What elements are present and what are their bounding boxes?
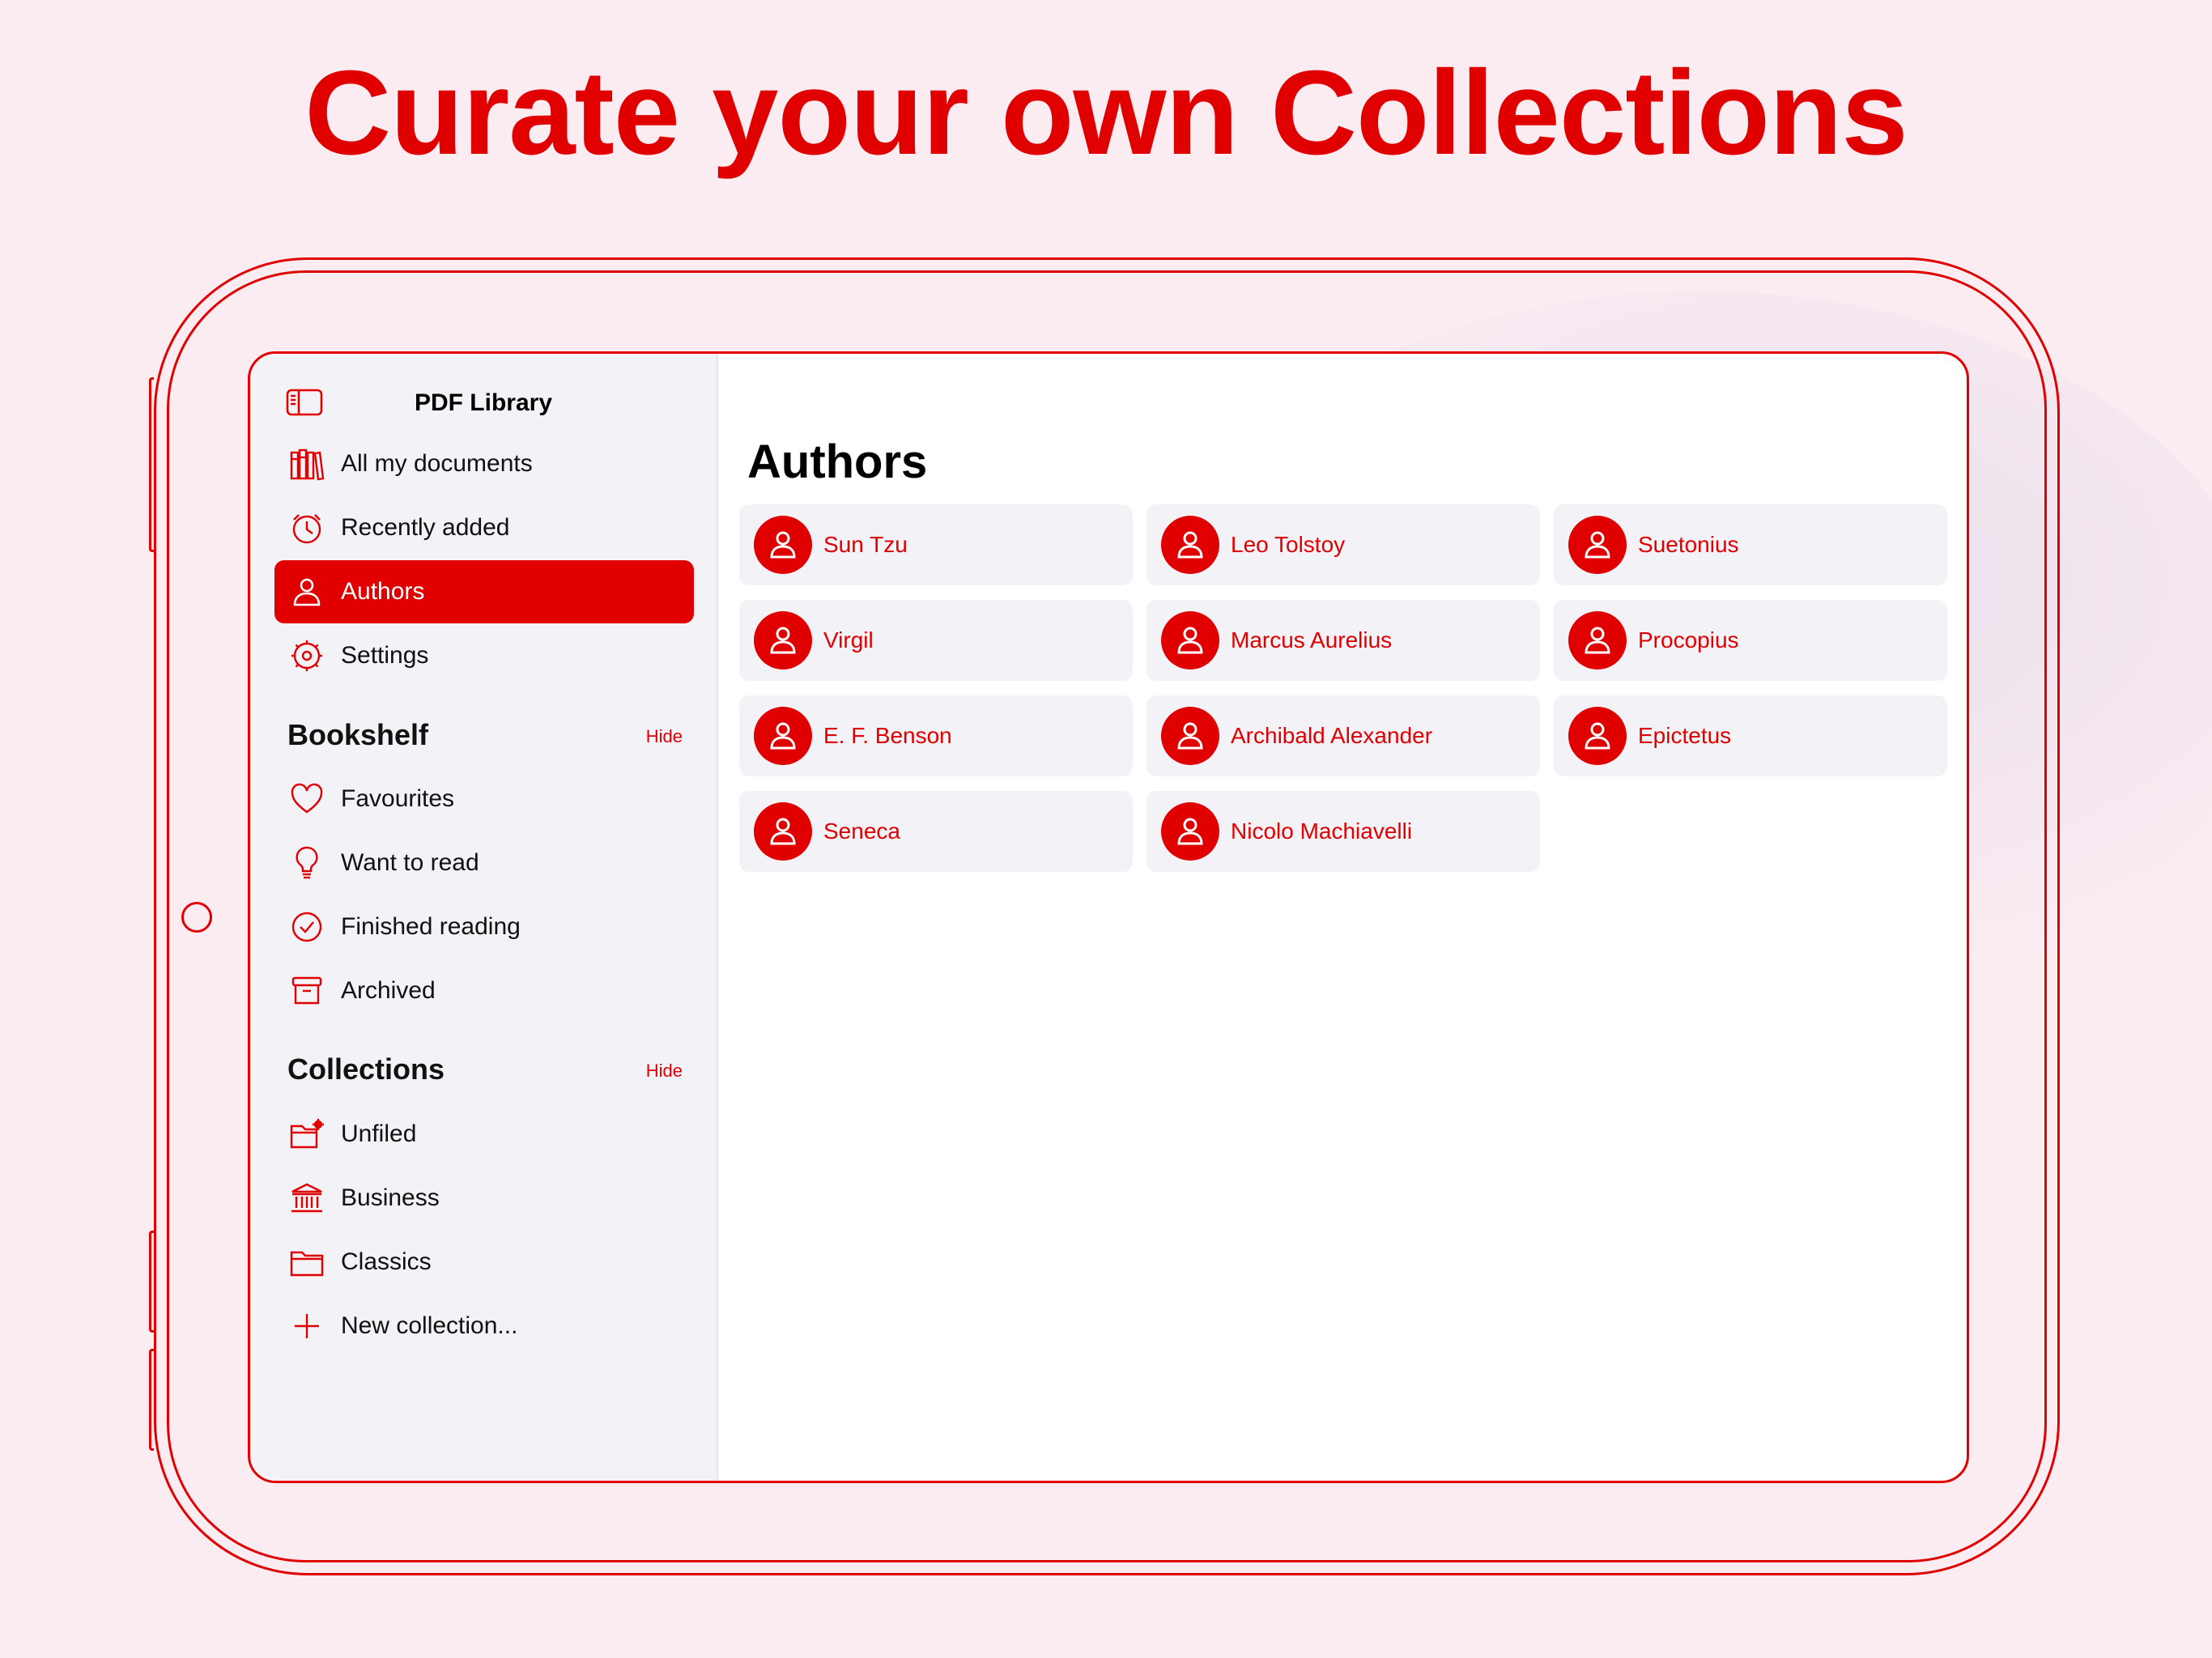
sidebar-item-business[interactable]: Business: [274, 1167, 694, 1230]
person-icon: [1568, 707, 1627, 765]
author-name: Suetonius: [1638, 532, 1739, 557]
camera-ring: [181, 902, 212, 933]
person-icon: [1161, 707, 1219, 765]
sidebar-item-label: New collection...: [341, 1312, 518, 1339]
author-card[interactable]: Sun Tzu: [739, 504, 1133, 585]
authors-pane: Authors Sun Tzu Leo Tolstoy Suetonius Virgi…: [718, 354, 1967, 1481]
lightbulb-icon: [287, 844, 326, 882]
author-name: E. F. Benson: [823, 723, 952, 748]
plus-icon: [287, 1307, 326, 1346]
sidebar-item-label: Finished reading: [341, 913, 521, 940]
author-card[interactable]: Procopius: [1554, 600, 1947, 681]
collections-section-header: Collections Hide: [287, 1048, 683, 1088]
checkmark-circle-icon: [287, 908, 326, 946]
sidebar-item-label: Settings: [341, 642, 429, 669]
author-card[interactable]: Epictetus: [1554, 695, 1947, 776]
author-card[interactable]: Seneca: [739, 791, 1133, 872]
sidebar: PDF Library All my documents Recently ad…: [250, 354, 718, 1481]
section-title: Bookshelf: [287, 718, 429, 751]
sidebar-item-recently-added[interactable]: Recently added: [274, 496, 694, 559]
author-card[interactable]: Leo Tolstoy: [1146, 504, 1540, 585]
person-icon: [1161, 802, 1219, 861]
author-name: Archibald Alexander: [1231, 723, 1433, 748]
author-name: Procopius: [1638, 627, 1739, 653]
author-name: Leo Tolstoy: [1231, 532, 1346, 557]
gear-icon: [287, 636, 326, 675]
sidebar-header: PDF Library: [250, 378, 717, 427]
archive-box-icon: [287, 971, 326, 1010]
sidebar-item-finished-reading[interactable]: Finished reading: [274, 895, 694, 959]
sidebar-item-label: Business: [341, 1184, 440, 1211]
author-name: Marcus Aurelius: [1231, 627, 1393, 653]
app-window: PDF Library All my documents Recently ad…: [248, 351, 1969, 1483]
person-icon: [754, 707, 812, 765]
sidebar-item-label: Unfiled: [341, 1120, 417, 1147]
sidebar-item-all-documents[interactable]: All my documents: [274, 432, 694, 495]
sidebar-item-label: Want to read: [341, 849, 479, 876]
author-card[interactable]: E. F. Benson: [739, 695, 1133, 776]
volume-button-bottom: [149, 1349, 154, 1451]
author-card[interactable]: Archibald Alexander: [1146, 695, 1540, 776]
author-card[interactable]: Marcus Aurelius: [1146, 600, 1540, 681]
author-name: Nicolo Machiavelli: [1231, 818, 1413, 844]
person-icon: [287, 572, 326, 611]
person-icon: [754, 802, 812, 861]
marketing-headline: Curate your own Collections: [304, 46, 1908, 180]
app-title: PDF Library: [414, 389, 553, 416]
bookshelf-section-header: Bookshelf Hide: [287, 713, 683, 754]
section-title: Collections: [287, 1052, 445, 1086]
sidebar-item-unfiled[interactable]: Unfiled: [274, 1103, 694, 1166]
author-name: Sun Tzu: [823, 532, 908, 557]
volume-button-top: [149, 377, 154, 552]
sidebar-item-label: All my documents: [341, 450, 533, 477]
person-icon: [754, 516, 812, 574]
person-icon: [1161, 611, 1219, 670]
author-name: Seneca: [823, 818, 900, 844]
hide-collections-button[interactable]: Hide: [646, 1061, 683, 1082]
volume-button-middle: [149, 1231, 154, 1333]
person-icon: [1568, 516, 1627, 574]
clock-icon: [287, 508, 326, 547]
sidebar-item-label: Archived: [341, 977, 436, 1004]
author-card[interactable]: Suetonius: [1554, 504, 1947, 585]
sidebar-item-label: Classics: [341, 1248, 432, 1275]
page-title: Authors: [747, 436, 928, 488]
books-icon: [287, 444, 326, 483]
author-card[interactable]: Virgil: [739, 600, 1133, 681]
sidebar-item-favourites[interactable]: Favourites: [274, 767, 694, 831]
new-collection-button[interactable]: New collection...: [274, 1295, 694, 1358]
sidebar-item-archived[interactable]: Archived: [274, 959, 694, 1022]
author-name: Virgil: [823, 627, 874, 653]
person-icon: [754, 611, 812, 670]
sidebar-item-label: Favourites: [341, 785, 455, 812]
bank-icon: [287, 1179, 326, 1218]
authors-grid: Sun Tzu Leo Tolstoy Suetonius Virgil Marcus …: [739, 504, 1950, 872]
sidebar-item-classics[interactable]: Classics: [274, 1231, 694, 1294]
sidebar-item-label: Authors: [341, 578, 425, 605]
person-icon: [1161, 516, 1219, 574]
sidebar-item-want-to-read[interactable]: Want to read: [274, 831, 694, 895]
sidebar-item-authors[interactable]: Authors: [274, 560, 694, 623]
person-icon: [1568, 611, 1627, 670]
author-card[interactable]: Nicolo Machiavelli: [1146, 791, 1540, 872]
heart-icon: [287, 780, 326, 818]
folder-gear-icon: [287, 1115, 326, 1154]
sidebar-item-settings[interactable]: Settings: [274, 624, 694, 687]
sidebar-item-label: Recently added: [341, 514, 510, 541]
folder-icon: [287, 1243, 326, 1282]
author-name: Epictetus: [1638, 723, 1732, 748]
hide-bookshelf-button[interactable]: Hide: [646, 726, 683, 747]
